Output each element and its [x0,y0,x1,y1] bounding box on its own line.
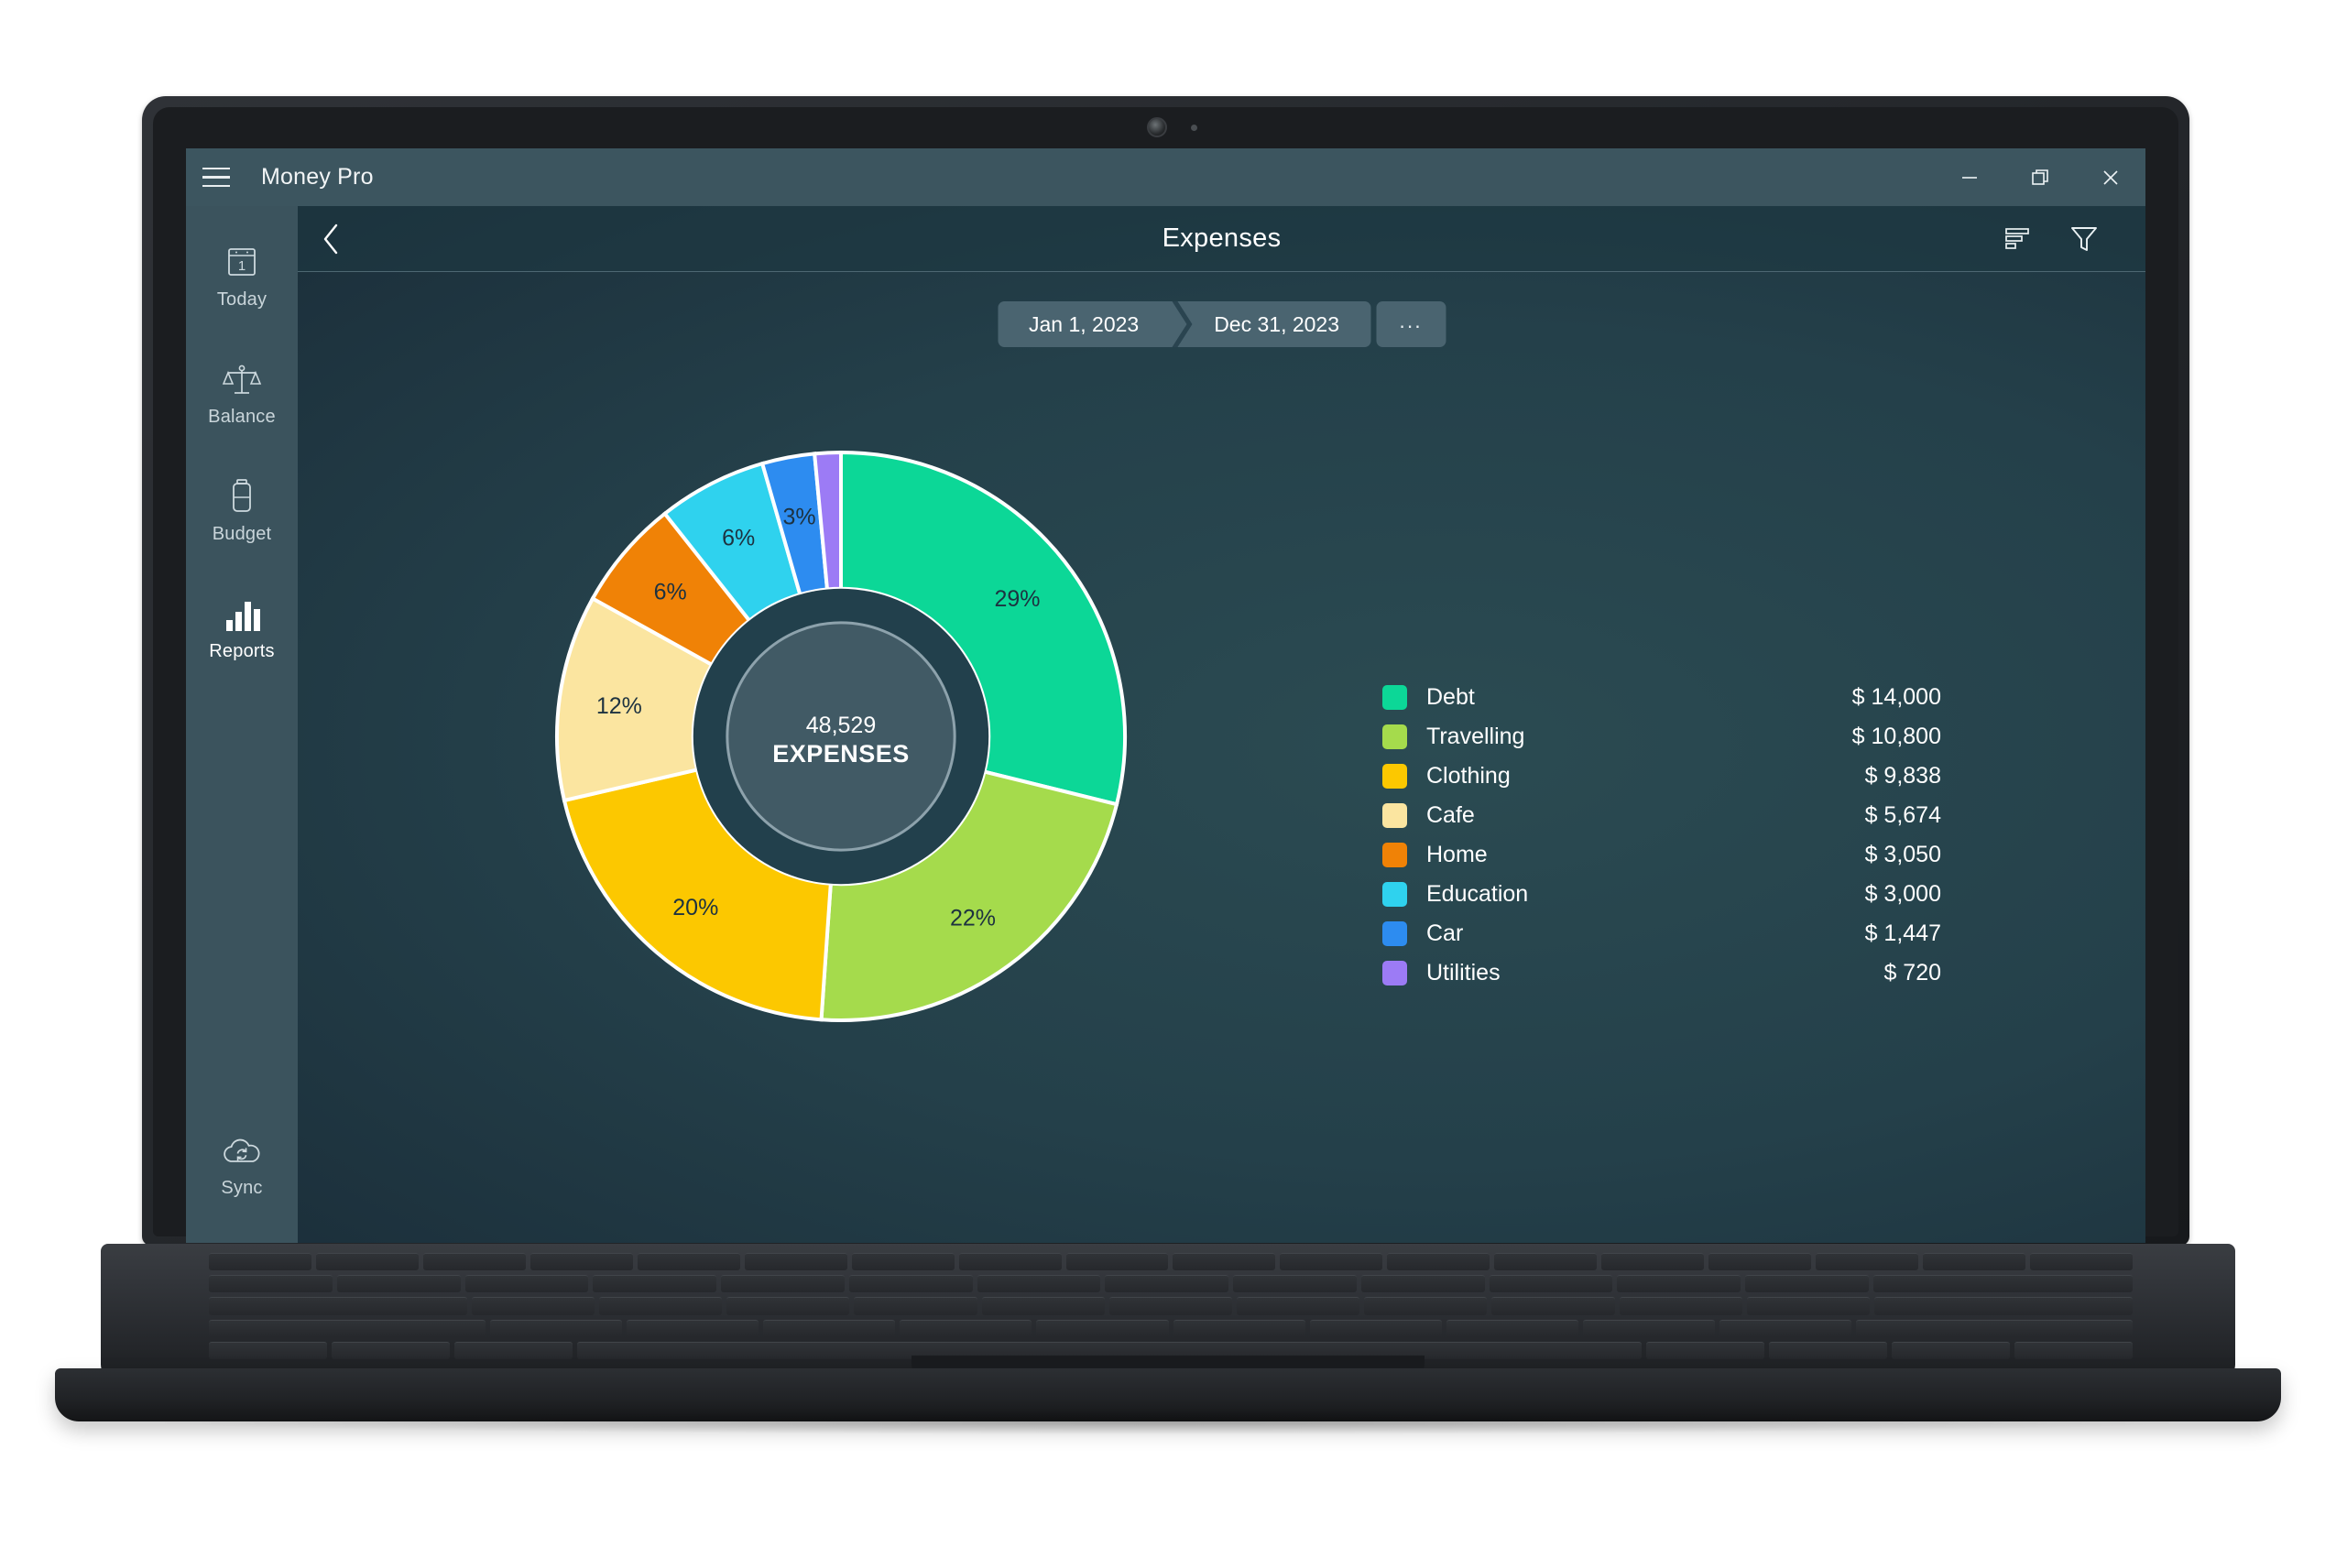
legend-row[interactable]: Home $ 3,050 [1382,835,1941,875]
sidebar-item-label: Today [216,289,267,310]
legend-amount-value: $ 14,000 [1851,684,1941,710]
legend-category-label: Clothing [1426,763,1511,789]
microphone-icon [1191,125,1197,131]
legend-color-swatch [1382,764,1407,789]
sidebar-item-label: Balance [208,407,276,427]
screenshot-root: Money Pro 1 Today Balance Budget Reports… [0,0,2336,1568]
legend-amount-value: $ 1,447 [1864,920,1941,946]
hamburger-icon[interactable] [186,148,246,206]
maximize-button[interactable] [2004,148,2075,206]
laptop-shadow [165,1410,2171,1434]
bar-chart-icon [223,594,261,633]
legend-row[interactable]: Utilities $ 720 [1382,953,1941,993]
donut-slice-percent-label: 3% [782,505,815,530]
screen: Money Pro 1 Today Balance Budget Reports… [186,148,2145,1243]
sidebar-item-budget[interactable]: Budget [186,463,298,558]
legend-category-label: Travelling [1426,724,1525,749]
legend-amount-value: $ 9,838 [1864,763,1941,789]
window-titlebar: Money Pro [186,148,2145,206]
date-range-more-button[interactable]: ... [1376,301,1446,347]
sidebar-item-label: Sync [221,1178,263,1198]
legend-category-label: Car [1426,920,1464,946]
legend-row[interactable]: Cafe $ 5,674 [1382,796,1941,835]
expenses-donut-chart[interactable]: 29% 22% 20% 12% 6% 6% 3% 48,529 EXPENSES [406,301,1276,1171]
donut-slice-percent-label: 29% [994,586,1040,612]
svg-text:1: 1 [238,258,246,274]
legend-row[interactable]: Debt $ 14,000 [1382,678,1941,717]
legend-category-label: Utilities [1426,960,1501,985]
donut-slice-percent-label: 12% [596,693,642,719]
donut-slice-percent-label: 6% [654,580,687,605]
legend-amount-value: $ 720 [1883,960,1941,985]
app-title: Money Pro [261,164,374,190]
page-title: Expenses [1162,223,1282,253]
page-header: Expenses [298,206,2145,272]
donut-slice-percent-label: 20% [672,895,718,920]
sidebar-item-sync[interactable]: Sync [186,1116,298,1212]
webcam-icon [1147,117,1167,137]
legend-row[interactable]: Education $ 3,000 [1382,875,1941,914]
donut-slice-percent-label: 22% [950,906,996,931]
sidebar-item-label: Budget [212,524,272,544]
legend-color-swatch [1382,843,1407,867]
legend-amount-value: $ 10,800 [1851,724,1941,749]
main-content: Expenses Jan 1, 2023 Dec 31, 2023 ... 29… [298,206,2145,1243]
sidebar-item-label: Reports [209,641,275,661]
window-controls [1934,148,2145,206]
legend-amount-value: $ 5,674 [1864,802,1941,828]
sidebar-item-balance[interactable]: Balance [186,345,298,441]
scales-icon [222,360,262,398]
cloud-sync-icon [221,1131,263,1170]
legend-row[interactable]: Travelling $ 10,800 [1382,717,1941,757]
battery-icon [226,477,257,516]
donut-slice-percent-label: 6% [722,526,755,551]
legend-category-label: Home [1426,842,1488,867]
chart-legend: Debt $ 14,000 Travelling $ 10,800 Clothing $ … [1382,678,1941,993]
sidebar: 1 Today Balance Budget Reports Sync [186,206,298,1243]
legend-amount-value: $ 3,050 [1864,842,1941,867]
sidebar-item-reports[interactable]: Reports [186,580,298,675]
legend-row[interactable]: Clothing $ 9,838 [1382,757,1941,796]
legend-category-label: Education [1426,881,1529,907]
calendar-icon: 1 [224,243,259,281]
legend-color-swatch [1382,882,1407,907]
legend-color-swatch [1382,803,1407,828]
sort-icon[interactable] [1990,206,2047,272]
keyboard-row [209,1319,2133,1337]
header-actions [1990,206,2145,272]
legend-color-swatch [1382,961,1407,985]
legend-amount-value: $ 3,000 [1864,881,1941,907]
legend-color-swatch [1382,724,1407,749]
minimize-button[interactable] [1934,148,2004,206]
legend-category-label: Debt [1426,684,1475,710]
donut-center-value: 48,529 [806,713,876,738]
close-button[interactable] [2075,148,2145,206]
keyboard [209,1253,2133,1360]
keyboard-row [209,1275,2133,1293]
keyboard-row [209,1253,2133,1271]
legend-row[interactable]: Car $ 1,447 [1382,914,1941,953]
legend-category-label: Cafe [1426,802,1475,828]
legend-color-swatch [1382,685,1407,710]
sidebar-item-today[interactable]: 1 Today [186,228,298,323]
keyboard-row [209,1297,2133,1315]
legend-color-swatch [1382,921,1407,946]
back-button[interactable] [298,206,366,272]
donut-center-caption: EXPENSES [772,740,910,768]
filter-funnel-icon[interactable] [2056,206,2112,272]
